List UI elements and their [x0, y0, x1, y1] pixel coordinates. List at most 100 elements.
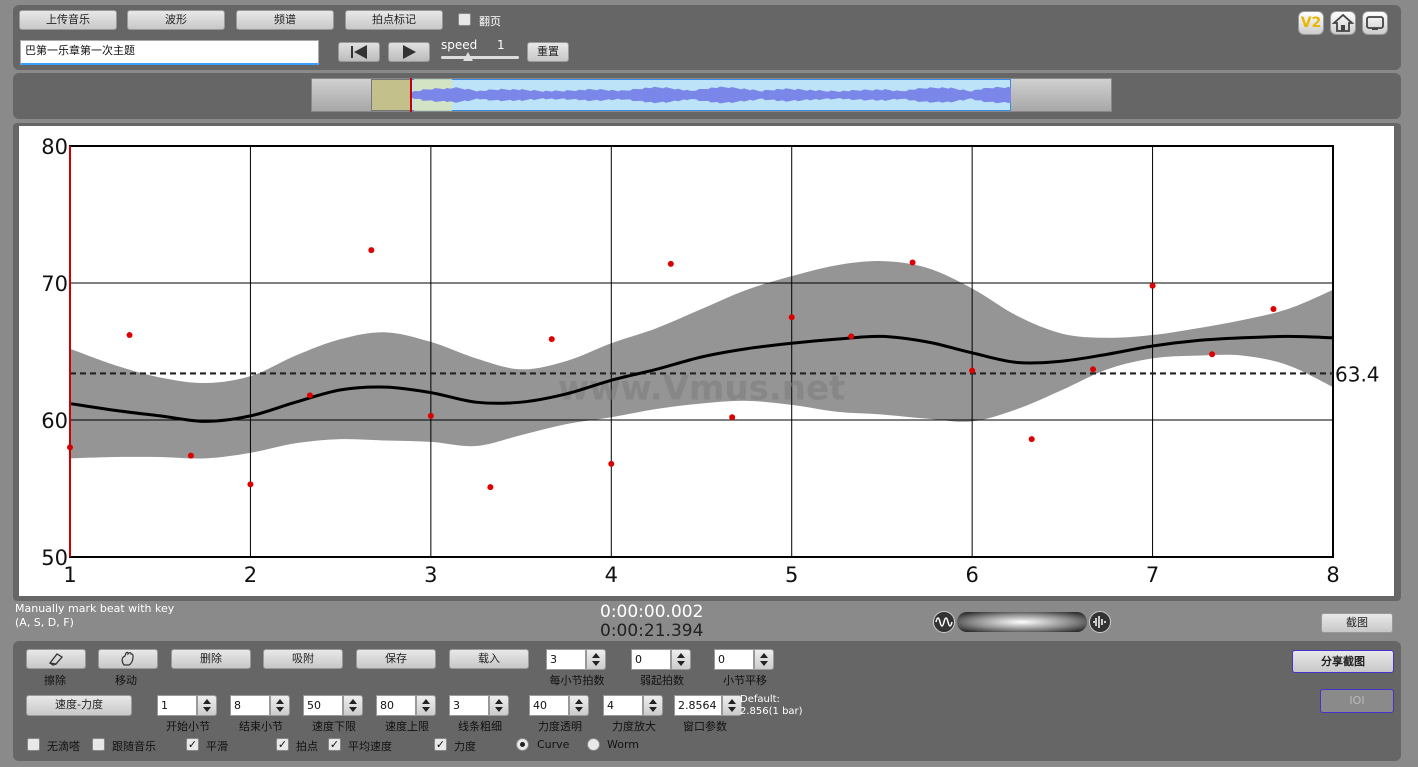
beat-point[interactable]	[548, 336, 555, 343]
time-total: 0:00:21.394	[600, 621, 704, 641]
beat-point[interactable]	[1270, 306, 1277, 313]
beat-point[interactable]	[969, 367, 976, 374]
upload-music-button[interactable]: 上传音乐	[19, 10, 117, 30]
speed-slider-track[interactable]	[441, 56, 519, 59]
move-button[interactable]	[98, 649, 158, 669]
delete-button[interactable]: 删除	[171, 649, 251, 669]
no-sound-checkbox[interactable]	[27, 738, 40, 751]
y-tick-label: 70	[41, 272, 68, 296]
load-button[interactable]: 载入	[449, 649, 529, 669]
hint-line2: (A, S, D, F)	[15, 616, 74, 629]
beat-point[interactable]	[487, 484, 494, 491]
hint-line1: Manually mark beat with key	[15, 602, 175, 615]
waveform-button[interactable]: 波形	[127, 10, 225, 30]
share-screenshot-button[interactable]: 分享截图	[1292, 650, 1394, 673]
curve-radio[interactable]	[516, 738, 529, 751]
play-icon	[403, 45, 416, 59]
rewind-button[interactable]	[338, 42, 380, 62]
tempo-max-stepper[interactable]: 80 速度上限	[376, 695, 436, 733]
default-line1: Default:	[740, 694, 780, 705]
ioi-button[interactable]: IOI	[1320, 689, 1394, 713]
beat-point[interactable]	[126, 332, 133, 339]
start-bar-stepper[interactable]: 1 开始小节	[157, 695, 217, 733]
overview-playhead[interactable]	[410, 78, 412, 112]
x-tick-label: 5	[785, 563, 798, 587]
erase-button[interactable]	[26, 649, 86, 669]
pickup-beats-stepper[interactable]: 0 弱起拍数	[631, 649, 691, 687]
follow-music-label: 跟随音乐	[112, 740, 156, 753]
spectrum-view-icon[interactable]	[1089, 611, 1111, 633]
play-button[interactable]	[388, 42, 430, 62]
audio-wave-icon	[1093, 616, 1106, 628]
average-tempo-label: 63.4	[1335, 362, 1380, 386]
follow-music-checkbox[interactable]	[92, 738, 105, 751]
overview-played-region	[371, 79, 411, 111]
beats-checkbox[interactable]: ✓	[276, 738, 289, 751]
page-turn-checkbox[interactable]	[458, 13, 471, 26]
house-icon	[1331, 13, 1355, 32]
default-line2: 2.856(1 bar)	[740, 706, 803, 717]
piece-title-field[interactable]: 巴第一乐章第一次主题	[20, 40, 319, 65]
beat-point[interactable]	[1028, 436, 1035, 443]
window-param-label: 窗口参数	[683, 720, 727, 733]
snap-button[interactable]: 吸附	[263, 649, 343, 669]
beat-point[interactable]	[306, 392, 313, 399]
beat-point[interactable]	[427, 412, 434, 419]
move-label: 移动	[115, 674, 137, 687]
y-tick-label: 80	[41, 135, 68, 159]
x-tick-label: 8	[1326, 563, 1339, 587]
beat-point[interactable]	[848, 333, 855, 340]
bar-shift-stepper[interactable]: 0 小节平移	[714, 649, 774, 687]
v2-icon[interactable]: V2	[1298, 11, 1324, 35]
bar-shift-label: 小节平移	[723, 674, 767, 687]
spectrum-button[interactable]: 频谱	[236, 10, 334, 30]
avg-tempo-checkbox[interactable]: ✓	[328, 738, 341, 751]
speed-value: 1	[497, 38, 505, 52]
time-current: 0:00:00.002	[600, 602, 704, 622]
view-blend-slider[interactable]	[957, 612, 1087, 632]
beat-point[interactable]	[1149, 282, 1156, 289]
speed-slider-thumb[interactable]	[463, 52, 473, 61]
worm-radio[interactable]	[587, 738, 600, 751]
dynamics-band	[70, 261, 1333, 459]
x-tick-label: 4	[605, 563, 618, 587]
beat-point[interactable]	[247, 481, 254, 488]
reset-button[interactable]: 重置	[527, 42, 569, 62]
beat-point[interactable]	[1209, 351, 1216, 358]
smooth-checkbox[interactable]: ✓	[186, 738, 199, 751]
worm-label: Worm	[607, 738, 640, 751]
screen-icon[interactable]	[1362, 11, 1388, 35]
save-button[interactable]: 保存	[356, 649, 436, 669]
line-width-stepper[interactable]: 3 线条粗细	[449, 695, 509, 733]
tempo-dynamics-mode-button[interactable]: 速度-力度	[26, 695, 132, 716]
beat-point[interactable]	[608, 460, 615, 467]
dyn-scale-stepper[interactable]: 4 力度放大	[603, 695, 663, 733]
beat-point[interactable]	[187, 452, 194, 459]
beat-mark-button[interactable]: 拍点标记	[345, 10, 443, 30]
dynamics-checkbox[interactable]: ✓	[434, 738, 447, 751]
end-bar-stepper[interactable]: 8 结束小节	[230, 695, 290, 733]
monitor-icon	[1366, 16, 1384, 30]
tempo-chart[interactable]: 1 2 3 4 5 6 7 880706050www.Vmus.net 63.4	[19, 126, 1394, 596]
smooth-label: 平滑	[206, 740, 228, 753]
speed-label: speed	[441, 38, 478, 52]
screenshot-button[interactable]: 截图	[1321, 613, 1393, 633]
sine-wave-icon	[935, 617, 953, 627]
home-icon[interactable]	[1330, 11, 1356, 35]
tempo-min-stepper[interactable]: 50 速度下限	[303, 695, 363, 733]
beat-point[interactable]	[788, 314, 795, 321]
skip-back-icon	[351, 45, 367, 59]
beat-point[interactable]	[1090, 366, 1097, 373]
beat-point[interactable]	[729, 414, 736, 421]
hand-icon	[121, 651, 134, 666]
beat-point[interactable]	[909, 259, 916, 266]
dyn-transparency-stepper[interactable]: 40 力度透明	[529, 695, 589, 733]
beat-point[interactable]	[368, 247, 375, 254]
window-param-stepper[interactable]: 2.8564 窗口参数	[674, 695, 742, 733]
pickup-beats-label: 弱起拍数	[640, 674, 684, 687]
beat-point[interactable]	[667, 260, 674, 267]
beats-per-bar-label: 每小节拍数	[549, 674, 605, 687]
no-sound-label: 无滴嗒	[47, 740, 80, 753]
waveform-view-icon[interactable]	[933, 611, 955, 633]
beats-per-bar-stepper[interactable]: 3 每小节拍数	[546, 649, 606, 687]
